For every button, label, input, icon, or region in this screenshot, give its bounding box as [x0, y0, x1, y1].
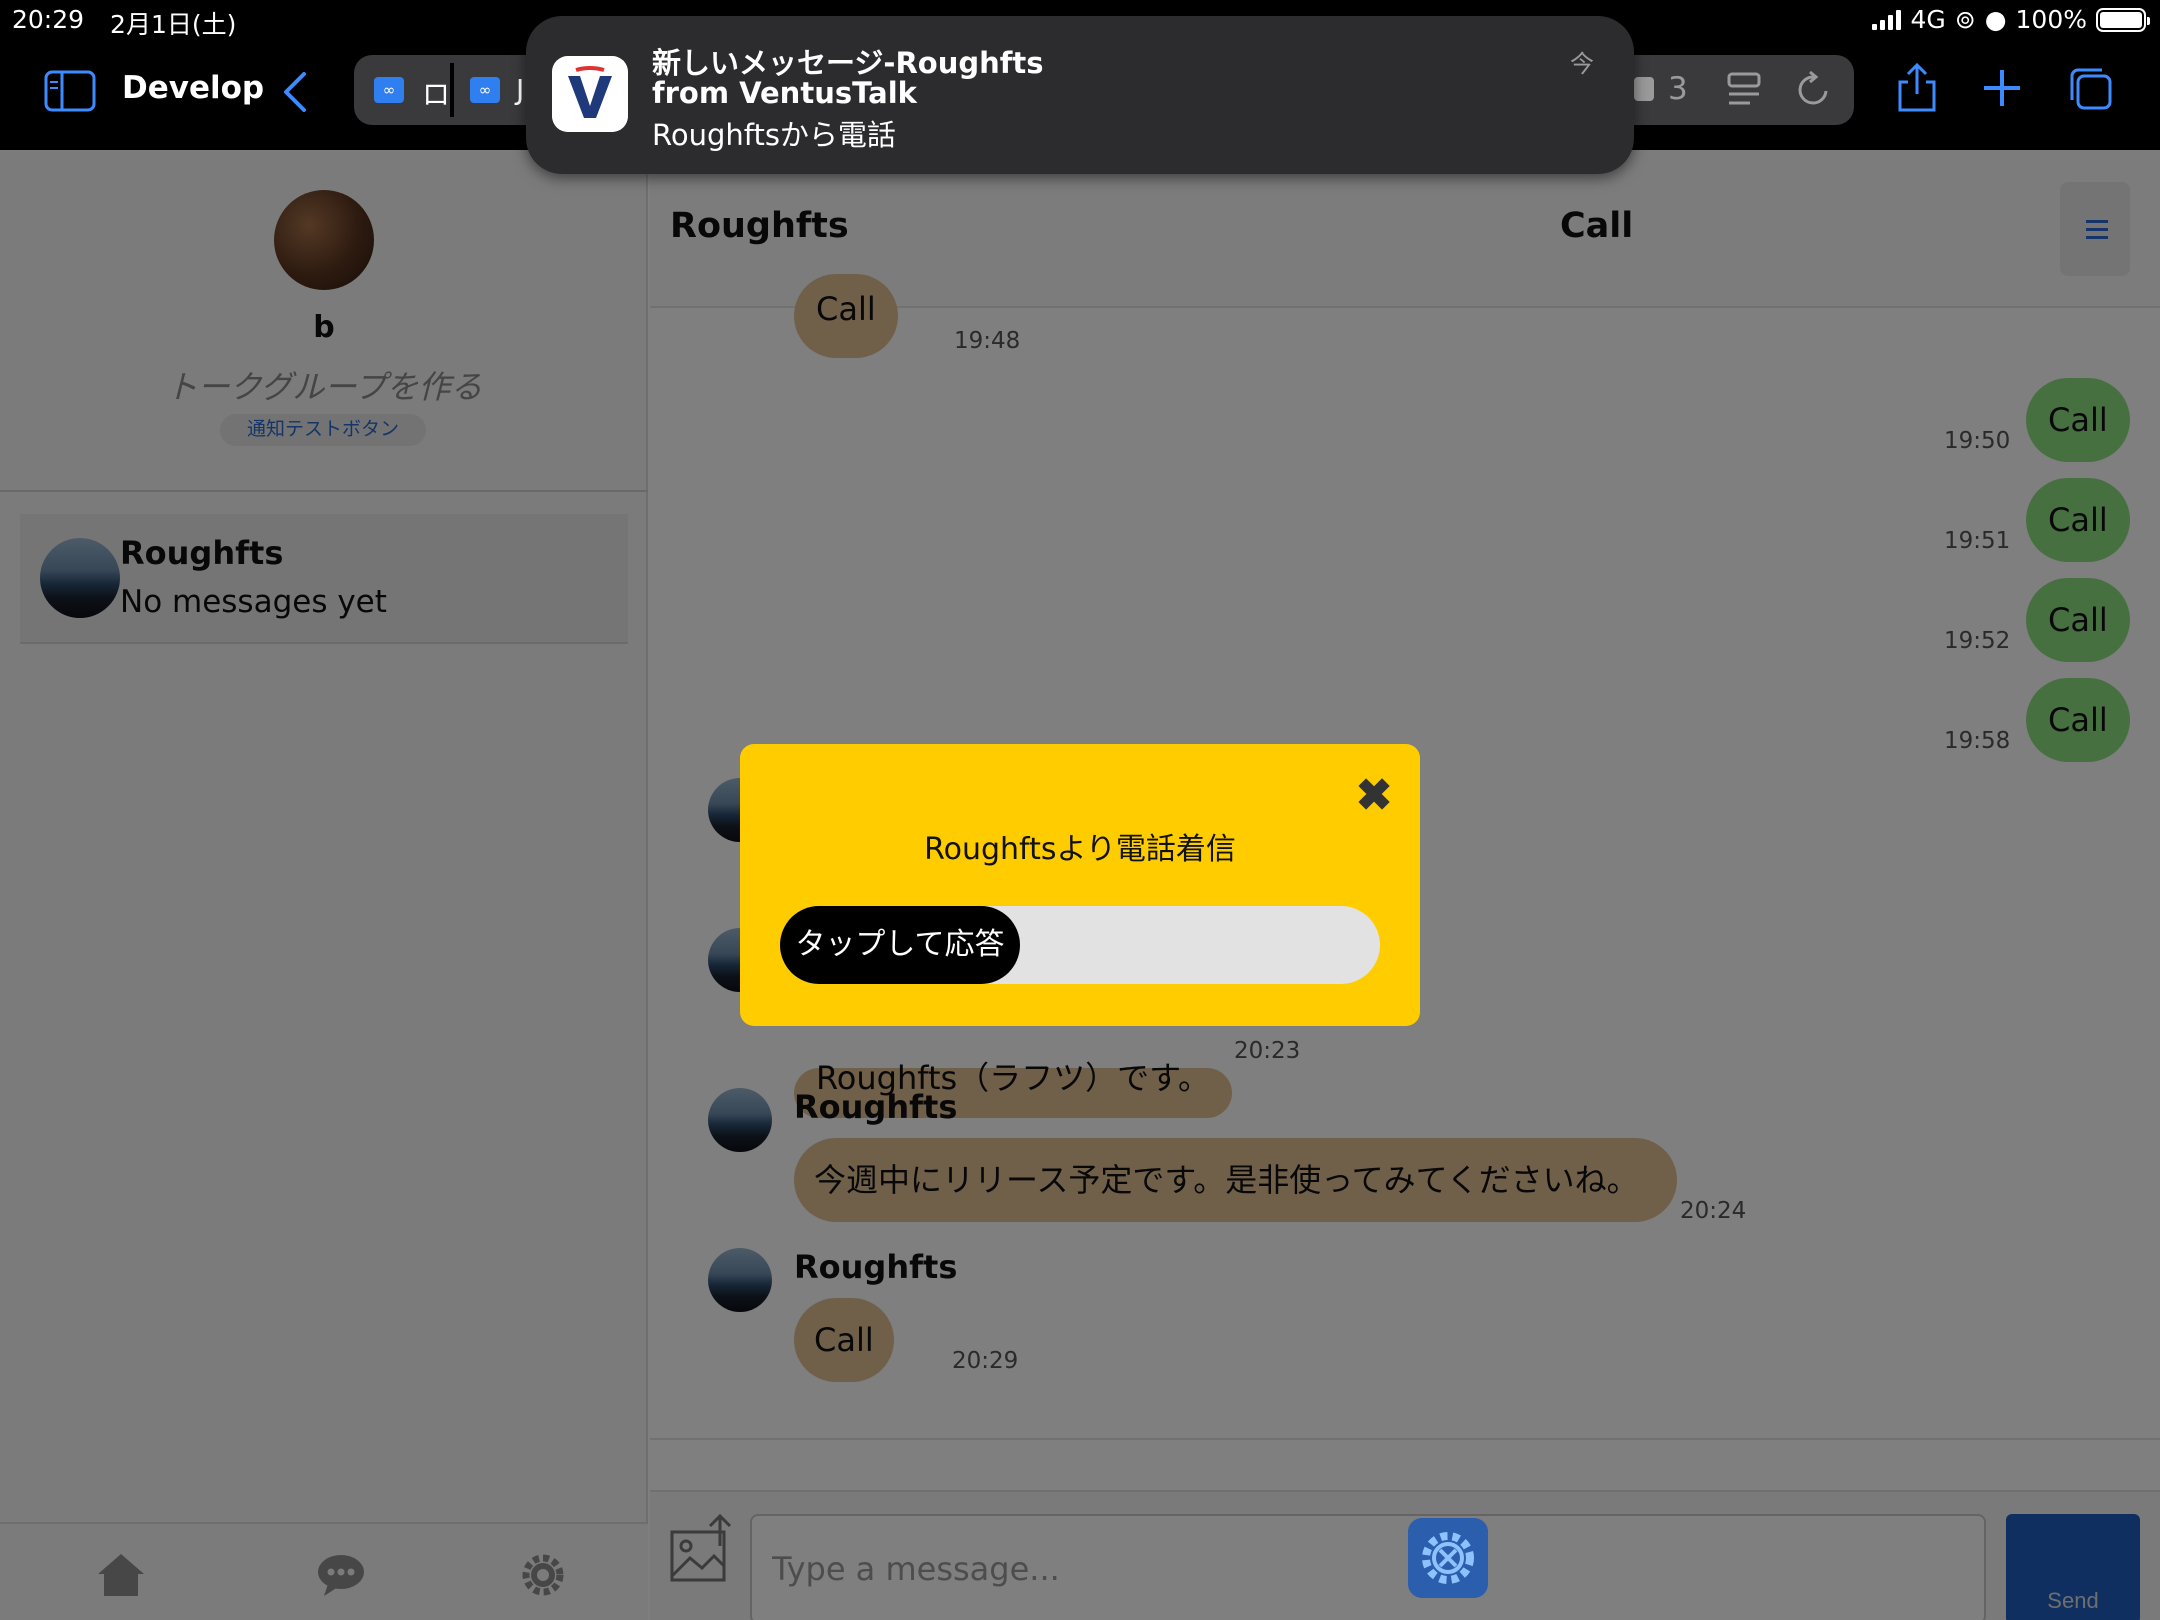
person-icon: ● — [1984, 5, 2007, 34]
reader-mode-icon[interactable] — [1726, 71, 1762, 109]
ventustalk-app-icon — [552, 56, 628, 132]
tab-title[interactable]: J — [516, 73, 524, 106]
incoming-call-modal: ✖ Roughftsより電話着信 タップして応答 — [740, 744, 1420, 1026]
battery-percent: 100% — [2015, 5, 2087, 34]
new-tab-plus-icon[interactable] — [1982, 68, 2022, 108]
tab-favicon: ∞ — [470, 77, 500, 103]
share-icon[interactable] — [1896, 62, 1938, 114]
notification-subtitle: from VentusTalk — [652, 76, 917, 110]
answer-slider[interactable]: タップして応答 — [780, 906, 1380, 984]
close-icon[interactable]: ✖ — [1352, 774, 1396, 818]
cellular-signal-icon — [1872, 9, 1902, 30]
tab-group-title[interactable]: Develop — [122, 70, 264, 106]
back-chevron-icon[interactable] — [282, 70, 308, 114]
status-date: 2月1日(土) — [110, 10, 237, 39]
notification-body: Roughftsから電話 — [652, 118, 896, 152]
incoming-call-title: Roughftsより電話着信 — [924, 832, 1236, 867]
network-type: 4G — [1910, 5, 1946, 34]
floating-settings-icon[interactable] — [1408, 1518, 1488, 1598]
tab-favicon: ∞ — [374, 77, 404, 103]
status-time: 20:29 — [12, 5, 85, 34]
tab-title[interactable]: ロ — [422, 73, 450, 113]
tab-divider — [450, 63, 454, 117]
sidebar-toggle-icon[interactable] — [44, 70, 96, 112]
reload-icon[interactable] — [1796, 69, 1832, 109]
answer-button[interactable]: タップして応答 — [780, 906, 1020, 984]
tab-count: 3 — [1668, 71, 1688, 107]
orientation-lock-icon: ⊚ — [1954, 5, 1976, 34]
extension-icon[interactable] — [1634, 77, 1654, 101]
push-notification[interactable]: 新しいメッセージ-Roughfts from VentusTalk Roughf… — [526, 16, 1634, 174]
notification-time: 今 — [1570, 50, 1594, 78]
tabs-overview-icon[interactable] — [2068, 66, 2114, 112]
battery-icon — [2096, 7, 2150, 32]
